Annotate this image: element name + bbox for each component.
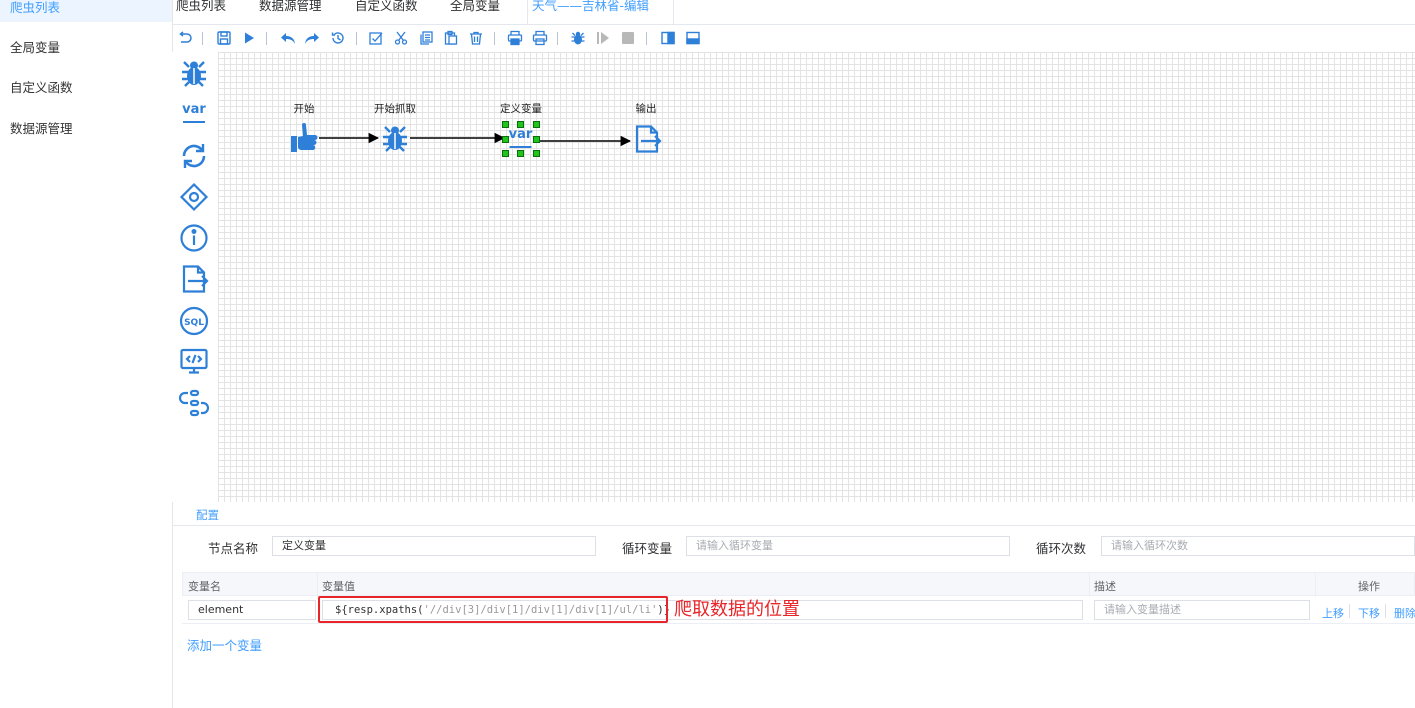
op-divider	[1385, 604, 1386, 618]
resize-handle[interactable]	[533, 121, 540, 128]
sidebar-item-datasource[interactable]: 数据源管理	[0, 115, 172, 143]
tab-spider-list[interactable]: 爬虫列表	[176, 0, 226, 24]
toolbar-separator	[494, 32, 495, 45]
add-variable-link[interactable]: 添加一个变量	[187, 635, 262, 654]
node-define-variable[interactable]: var	[502, 121, 540, 157]
node-palette: var SQL	[172, 52, 218, 502]
col-header-value: 变量值	[322, 580, 355, 593]
tab-config[interactable]: 配置	[196, 507, 219, 523]
hand-pointer-icon	[291, 123, 318, 152]
var-desc-input[interactable]: 请输入变量描述	[1094, 600, 1310, 620]
var-table-header: 变量名 变量值 描述 操作	[182, 572, 1415, 597]
resize-handle[interactable]	[502, 136, 509, 143]
tab-bar: 爬虫列表 数据源管理 自定义函数 全局变量 天气——吉林省-编辑	[172, 0, 1415, 25]
node-name-input[interactable]: 定义变量	[272, 536, 596, 556]
resize-handle[interactable]	[517, 150, 524, 157]
col-header-ops: 操作	[1358, 580, 1380, 593]
undo-arrow-icon[interactable]	[279, 29, 297, 47]
loop-count-label: 循环次数	[1036, 541, 1087, 556]
redo-arrow-icon[interactable]	[303, 29, 321, 47]
highlight-box	[318, 596, 668, 623]
resume-icon[interactable]	[594, 29, 612, 47]
node-label-start-crawl: 开始抓取	[374, 103, 416, 115]
output-icon[interactable]	[178, 263, 210, 295]
resize-handle[interactable]	[517, 121, 524, 128]
svg-text:var: var	[182, 102, 206, 117]
toolbar-separator	[557, 32, 558, 45]
flow-edges	[319, 132, 632, 147]
variable-icon[interactable]: var	[178, 98, 210, 130]
save-icon[interactable]	[215, 29, 233, 47]
undo-icon[interactable]	[176, 29, 194, 47]
col-divider	[317, 573, 318, 597]
delete-icon[interactable]	[467, 29, 485, 47]
tab-datasource[interactable]: 数据源管理	[259, 0, 322, 24]
history-icon[interactable]	[329, 29, 347, 47]
sidebar-item-spider-list[interactable]: 爬虫列表	[0, 0, 172, 22]
node-start-crawl[interactable]	[380, 122, 410, 154]
toolbar-separator	[356, 32, 357, 45]
col-header-desc: 描述	[1094, 580, 1116, 593]
spider-icon[interactable]	[178, 57, 210, 89]
loop-icon[interactable]	[178, 140, 210, 172]
print-preview-icon[interactable]	[506, 29, 524, 47]
select-all-icon[interactable]	[367, 29, 385, 47]
resize-handle[interactable]	[533, 136, 540, 143]
cut-icon[interactable]	[392, 29, 410, 47]
loop-count-input[interactable]: 请输入循环次数	[1101, 536, 1415, 556]
loop-var-input[interactable]: 请输入循环变量	[686, 536, 1010, 556]
paste-icon[interactable]	[442, 29, 460, 47]
print-icon[interactable]	[531, 29, 549, 47]
tab-weather-edit[interactable]: 天气——吉林省-编辑	[527, 0, 675, 24]
move-up-button[interactable]: 上移	[1322, 605, 1344, 621]
op-divider	[1349, 604, 1350, 618]
resize-handle[interactable]	[533, 150, 540, 157]
resize-handle[interactable]	[502, 121, 509, 128]
col-divider	[1089, 573, 1090, 597]
tab-global-vars[interactable]: 全局变量	[450, 0, 500, 24]
stop-icon[interactable]	[619, 29, 637, 47]
node-start[interactable]	[289, 122, 319, 154]
loop-var-label: 循环变量	[622, 541, 673, 556]
col-header-name: 变量名	[188, 580, 221, 593]
toolbar	[172, 25, 1415, 52]
toolbar-separator	[266, 32, 267, 45]
node-label-define-variable: 定义变量	[500, 103, 542, 115]
node-label-output: 输出	[635, 103, 657, 115]
flow-canvas[interactable]: 开始 开始抓取 定义变量 var 输出	[218, 52, 1415, 502]
node-name-label: 节点名称	[208, 541, 259, 556]
svg-text:SQL: SQL	[184, 318, 204, 328]
sidebar-item-global-vars[interactable]: 全局变量	[0, 34, 172, 62]
annotation-text: 爬取数据的位置	[674, 599, 800, 620]
var-name-input[interactable]: element	[188, 600, 316, 620]
run-icon[interactable]	[240, 29, 258, 47]
toolbar-separator	[202, 32, 203, 45]
debug-icon[interactable]	[569, 29, 587, 47]
tab-custom-functions[interactable]: 自定义函数	[355, 0, 418, 24]
right-panel-icon[interactable]	[659, 29, 677, 47]
sidebar: 爬虫列表 全局变量 自定义函数 数据源管理	[0, 0, 173, 708]
toolbar-separator	[646, 32, 647, 45]
sql-icon[interactable]: SQL	[178, 305, 210, 337]
code-icon[interactable]	[178, 346, 210, 378]
bottom-panel-icon[interactable]	[684, 29, 702, 47]
spider-icon	[383, 126, 407, 152]
copy-icon[interactable]	[417, 29, 435, 47]
resize-handle[interactable]	[502, 150, 509, 157]
condition-icon[interactable]	[178, 181, 210, 213]
function-icon[interactable]	[178, 387, 210, 419]
config-divider	[172, 525, 1415, 526]
svg-text:var: var	[509, 127, 533, 142]
col-divider	[1315, 573, 1316, 597]
move-down-button[interactable]: 下移	[1358, 605, 1380, 621]
delete-button[interactable]: 删除	[1394, 605, 1415, 621]
sidebar-item-custom-functions[interactable]: 自定义函数	[0, 74, 172, 102]
node-label-start: 开始	[293, 103, 315, 115]
node-output[interactable]	[632, 123, 662, 155]
output-icon	[635, 125, 662, 153]
info-icon[interactable]	[178, 222, 210, 254]
